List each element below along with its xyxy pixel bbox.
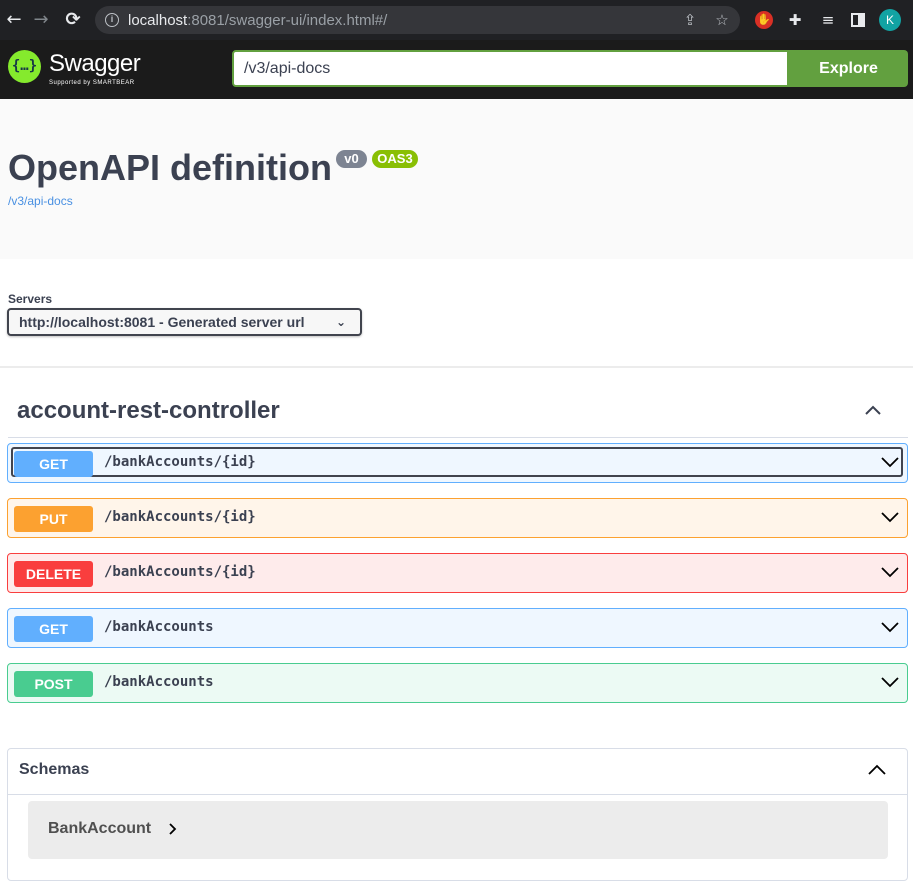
tag-title[interactable]: account-rest-controller [17,397,280,425]
version-badge: v0 [336,150,367,168]
chevron-right-icon[interactable] [168,823,178,839]
swagger-logo-text[interactable]: Swagger [49,50,141,78]
schemas-section: Schemas BankAccount [7,748,908,881]
chevron-down-icon[interactable] [879,505,903,529]
chevron-down-icon[interactable] [879,615,903,639]
operation-get-bankaccount-by-id[interactable]: GET /bankAccounts/{id} [7,443,908,483]
servers-select[interactable]: http://localhost:8081 - Generated server… [7,308,362,336]
method-badge-put: PUT [14,506,93,532]
operation-post-bankaccounts[interactable]: POST /bankAccounts [7,663,908,703]
method-badge-delete: DELETE [14,561,93,587]
operation-path: /bankAccounts/{id} [104,509,256,525]
schemas-collapse-button[interactable] [866,759,890,783]
chevron-down-icon[interactable] [879,560,903,584]
profile-avatar[interactable]: K [879,9,901,31]
model-bankaccount[interactable]: BankAccount [28,801,888,859]
tag-collapse-button[interactable] [861,399,885,423]
method-badge-post: POST [14,671,93,697]
divider [0,366,913,368]
operation-path: /bankAccounts [104,674,214,690]
tag-divider [8,437,908,438]
media-control-icon[interactable]: ≡ [817,9,839,31]
adblock-extension-icon[interactable]: ✋ [755,11,773,29]
servers-label: Servers [8,292,53,306]
chevron-down-icon[interactable] [879,670,903,694]
operation-path: /bankAccounts/{id} [104,564,256,580]
method-badge-get: GET [14,616,93,642]
operation-put-bankaccount[interactable]: PUT /bankAccounts/{id} [7,498,908,538]
operation-delete-bankaccount[interactable]: DELETE /bankAccounts/{id} [7,553,908,593]
schemas-header[interactable]: Schemas [8,749,907,795]
explore-button[interactable]: Explore [789,50,908,87]
address-url: localhost:8081/swagger-ui/index.html#/ [128,12,388,29]
bookmark-star-icon[interactable]: ☆ [712,10,732,30]
chevron-down-icon: ⌄ [335,315,346,329]
browser-toolbar: ← → ⟳ i localhost:8081/swagger-ui/index.… [0,0,913,40]
side-panel-icon[interactable] [847,9,869,31]
share-icon[interactable]: ⇪ [680,10,700,30]
schemas-title: Schemas [19,761,90,778]
method-badge-get: GET [14,451,93,477]
oas-badge: OAS3 [372,150,418,168]
api-title: OpenAPI definition [8,147,332,188]
back-icon[interactable]: ← [2,8,26,32]
chevron-down-icon[interactable] [879,450,903,474]
address-bar[interactable]: i localhost:8081/swagger-ui/index.html#/… [95,6,740,34]
operation-path: /bankAccounts/{id} [104,454,256,470]
spec-url-input[interactable]: /v3/api-docs [232,50,789,87]
api-docs-link[interactable]: /v3/api-docs [8,194,73,208]
servers-selected-value: http://localhost:8081 - Generated server… [19,314,305,330]
swagger-logo-subtitle: Supported by SMARTBEAR [49,80,135,86]
site-info-icon[interactable]: i [105,13,119,27]
operation-get-bankaccounts[interactable]: GET /bankAccounts [7,608,908,648]
swagger-logo-icon[interactable]: {…} [8,50,41,83]
forward-icon[interactable]: → [29,8,53,32]
model-name: BankAccount [48,820,152,837]
reload-icon[interactable]: ⟳ [61,8,85,32]
operation-path: /bankAccounts [104,619,214,635]
extensions-puzzle-icon[interactable]: ✚ [784,9,806,31]
